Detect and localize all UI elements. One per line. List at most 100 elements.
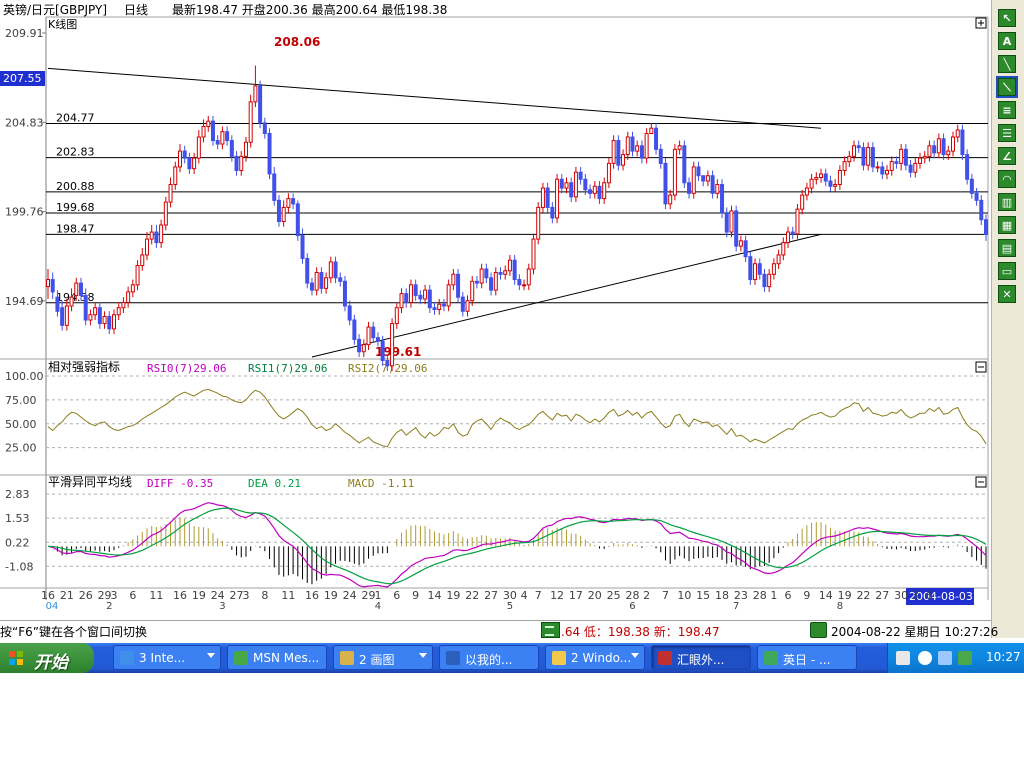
candle-body — [352, 319, 357, 340]
candle-body — [408, 284, 413, 303]
taskbar-task-button[interactable]: 2 画图 — [333, 645, 433, 670]
chevron-down-icon — [207, 653, 215, 658]
arc-icon: ◠ — [1002, 173, 1012, 186]
candle-body — [903, 148, 908, 166]
month-tick-label: 04 — [46, 601, 59, 612]
angle-icon: ∠ — [1002, 150, 1012, 163]
candle-body — [225, 131, 230, 142]
toolbar-pointer-button[interactable]: ↖ — [998, 9, 1016, 27]
toolbar-angle-button[interactable]: ∠ — [998, 147, 1016, 165]
candle-body — [375, 337, 380, 342]
macd-panel-collapse-button[interactable] — [975, 476, 987, 488]
candle — [644, 128, 649, 164]
candle-body — [291, 198, 296, 205]
candle-body — [951, 136, 956, 152]
candle-body — [677, 145, 682, 150]
toolbar-gann-button[interactable]: ▥ — [998, 193, 1016, 211]
candle-body — [526, 268, 531, 286]
candle-body — [852, 145, 857, 157]
chart-canvas[interactable]: 英镑/日元[GBPJPY] 日线 最新198.47 开盘200.36 最高200… — [0, 0, 991, 620]
price-level-label: 202.83 — [56, 146, 95, 159]
candle-body — [720, 184, 725, 214]
price-level-label: 199.68 — [56, 201, 95, 214]
toolbar-channel-button[interactable]: ⟍ — [996, 76, 1018, 98]
toolbar-rectangle-button[interactable]: ▭ — [998, 262, 1016, 280]
toolbar-trendline-button[interactable]: ╲ — [998, 55, 1016, 73]
candle-body — [456, 273, 461, 298]
status-hint: 按“F6”键在各个窗口间切换 — [0, 625, 147, 639]
taskbar-task-button[interactable]: 3 Inte... — [113, 645, 221, 670]
candle-body — [177, 150, 182, 168]
candle-body — [578, 171, 583, 180]
toolbar-fan-button[interactable]: ▤ — [998, 239, 1016, 257]
kline-panel-expand-button[interactable] — [975, 17, 987, 29]
candle-body — [531, 238, 536, 270]
toolbar-cycle-button[interactable]: ▦ — [998, 216, 1016, 234]
candle-body — [69, 296, 74, 307]
candle-body — [243, 141, 248, 157]
candle-body — [823, 173, 828, 182]
clock-icon[interactable] — [810, 622, 827, 638]
tray-clock: 10:27 — [986, 650, 1021, 664]
users-icon[interactable] — [958, 651, 972, 665]
chart-application: 英镑/日元[GBPJPY] 日线 最新198.47 开盘200.36 最高200… — [0, 0, 1024, 676]
candle-body — [974, 192, 979, 201]
candle-body — [635, 145, 640, 152]
rsi1-legend: RSI1(7)29.06 — [248, 362, 327, 375]
candle-body — [201, 125, 206, 138]
date-tick-label: 14 — [428, 589, 442, 602]
candle-body — [135, 264, 140, 286]
candle-body — [93, 307, 98, 316]
date-tick-label: 29 — [362, 589, 376, 602]
candle-body — [385, 360, 390, 367]
taskbar-task-button[interactable]: 以我的... — [439, 645, 539, 670]
channel-icon: ⟍ — [1003, 81, 1011, 94]
candle — [555, 173, 560, 224]
date-tick-label: 22 — [856, 589, 870, 602]
toolbar-arc-button[interactable]: ◠ — [998, 170, 1016, 188]
candle-body — [404, 293, 409, 303]
rsi-tick-label: 75.00 — [5, 394, 37, 407]
date-tick-label: 9 — [803, 589, 810, 602]
toolbar-fibonacci-button[interactable]: ☰ — [998, 124, 1016, 142]
candle-body — [724, 212, 729, 233]
candle — [795, 203, 800, 240]
taskbar-task-button[interactable]: 英日 - ... — [757, 645, 857, 670]
candle-body — [927, 145, 932, 157]
candle-body — [253, 85, 258, 103]
toolbar-parallel-button[interactable]: ≡ — [998, 101, 1016, 119]
month-tick-label: 4 — [375, 601, 381, 612]
start-button[interactable]: 开始 — [0, 643, 94, 673]
task-label: 英日 - ... — [783, 653, 831, 667]
system-tray: 10:27 — [887, 643, 1024, 673]
candle-body — [522, 284, 527, 287]
toolbar-A-button[interactable]: A — [998, 32, 1016, 50]
keyboard-icon[interactable] — [896, 651, 910, 665]
quote-icon[interactable] — [541, 622, 560, 638]
candle-body — [140, 254, 145, 266]
price-tick-label: 194.69 — [5, 295, 44, 308]
candle-body — [668, 194, 673, 205]
candle-body — [965, 154, 970, 180]
date-tick-label: 10 — [677, 589, 691, 602]
candle-body — [536, 206, 541, 240]
candle-body — [781, 242, 786, 256]
network-icon[interactable] — [938, 651, 952, 665]
macd-panel-title: 平滑异同平均线 — [48, 475, 132, 489]
date-tick-label: 6 — [393, 589, 400, 602]
candle-body — [753, 263, 758, 281]
taskbar-task-button[interactable]: MSN Mes... — [227, 645, 327, 670]
date-tick-label: 16 — [173, 589, 187, 602]
rsi-tick-label: 50.00 — [5, 418, 37, 431]
candle-body — [390, 323, 395, 367]
candle — [748, 251, 753, 285]
back-arrow-icon[interactable] — [918, 651, 932, 665]
taskbar-task-button[interactable]: 汇眼外... — [651, 645, 751, 670]
candle-body — [687, 182, 692, 194]
candle-body — [734, 210, 739, 247]
toolbar-delete-button[interactable]: ✕ — [998, 285, 1016, 303]
candle — [616, 135, 621, 171]
taskbar-task-button[interactable]: 2 Windo... — [545, 645, 645, 670]
month-tick-label: 5 — [507, 601, 513, 612]
rsi-panel-collapse-button[interactable] — [975, 361, 987, 373]
